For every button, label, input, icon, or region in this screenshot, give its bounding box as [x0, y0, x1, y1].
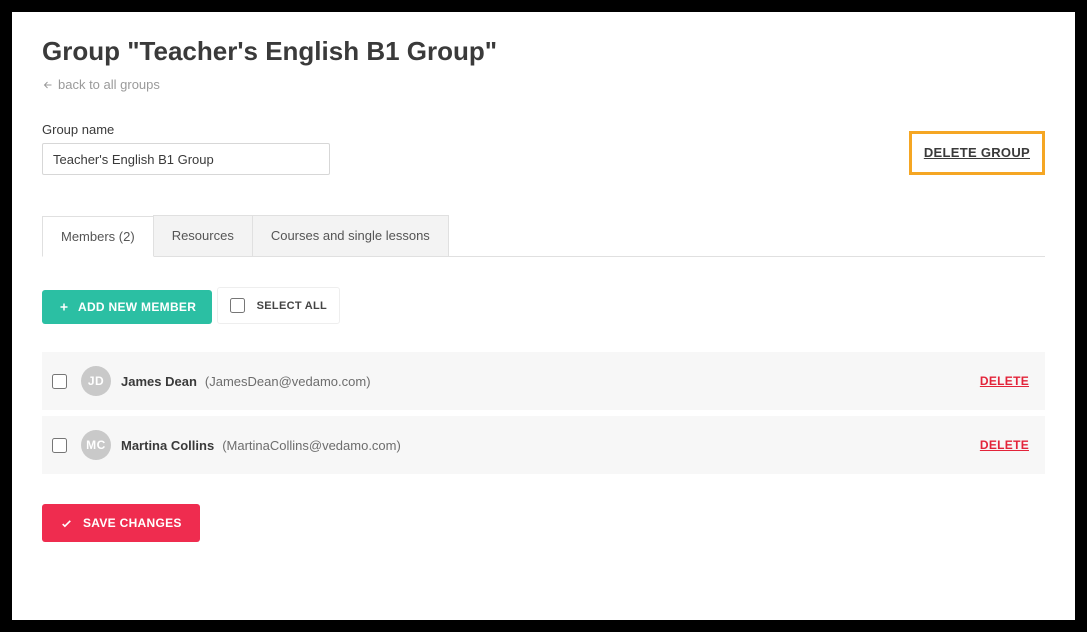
delete-member-button[interactable]: DELETE: [980, 438, 1029, 452]
member-email: (MartinaCollins@vedamo.com): [222, 438, 401, 453]
page-title: Group "Teacher's English B1 Group": [42, 36, 1045, 67]
member-name: James Dean: [121, 374, 197, 389]
tab-members[interactable]: Members (2): [42, 216, 154, 257]
delete-member-button[interactable]: DELETE: [980, 374, 1029, 388]
tab-courses[interactable]: Courses and single lessons: [252, 215, 449, 256]
add-member-label: ADD NEW MEMBER: [78, 300, 196, 314]
member-row: MC Martina Collins (MartinaCollins@vedam…: [42, 416, 1045, 474]
member-checkbox[interactable]: [52, 374, 67, 389]
delete-group-button[interactable]: DELETE GROUP: [924, 145, 1030, 160]
select-all-row: SELECT ALL: [217, 287, 340, 324]
group-name-input[interactable]: [42, 143, 330, 175]
member-checkbox[interactable]: [52, 438, 67, 453]
add-member-button[interactable]: ADD NEW MEMBER: [42, 290, 212, 324]
tab-resources[interactable]: Resources: [153, 215, 253, 256]
select-all-label: SELECT ALL: [257, 300, 327, 312]
save-changes-button[interactable]: SAVE CHANGES: [42, 504, 200, 542]
back-to-groups-link[interactable]: back to all groups: [42, 77, 160, 92]
members-list: JD James Dean (JamesDean@vedamo.com) DEL…: [42, 352, 1045, 474]
check-icon: [60, 517, 73, 530]
group-name-label: Group name: [42, 122, 330, 137]
tab-bar: Members (2) Resources Courses and single…: [42, 215, 1045, 257]
member-row: JD James Dean (JamesDean@vedamo.com) DEL…: [42, 352, 1045, 410]
avatar: MC: [81, 430, 111, 460]
save-changes-label: SAVE CHANGES: [83, 516, 182, 530]
group-name-field: Group name: [42, 122, 330, 175]
plus-icon: [58, 301, 70, 313]
back-link-label: back to all groups: [58, 77, 160, 92]
member-email: (JamesDean@vedamo.com): [205, 374, 371, 389]
delete-group-highlight: DELETE GROUP: [909, 131, 1045, 175]
arrow-left-icon: [42, 79, 54, 91]
member-name: Martina Collins: [121, 438, 214, 453]
select-all-checkbox[interactable]: [230, 298, 245, 313]
avatar: JD: [81, 366, 111, 396]
